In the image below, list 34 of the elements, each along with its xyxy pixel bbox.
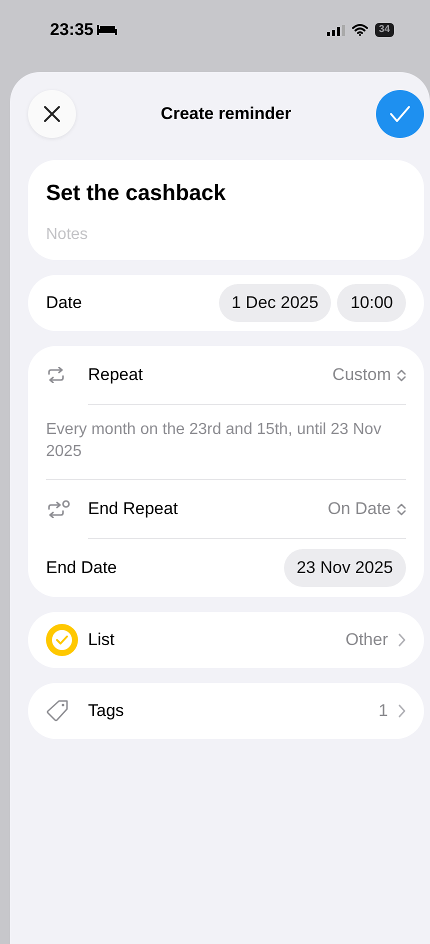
date-pill[interactable]: 1 Dec 2025: [218, 284, 332, 322]
wifi-icon: [352, 24, 368, 36]
up-down-chevron-icon: [397, 502, 406, 516]
up-down-chevron-icon: [397, 368, 406, 382]
signal-icon: [326, 24, 345, 36]
list-label: List: [88, 630, 116, 650]
repeat-icon: [46, 367, 66, 383]
checkmark-icon: [388, 105, 411, 123]
notes-field[interactable]: Notes: [46, 226, 406, 244]
chevron-right-icon: [398, 704, 406, 718]
tag-icon: [46, 699, 70, 723]
list-row[interactable]: List Other: [28, 612, 424, 668]
repeat-summary: Every month on the 23rd and 15th, until 23 Nov 2025: [45, 420, 382, 462]
sheet-title: Create reminder: [160, 104, 292, 124]
reminder-title[interactable]: Set the cashback: [46, 180, 406, 206]
list-value: Other: [345, 630, 388, 650]
done-button[interactable]: [376, 90, 424, 138]
bed-icon: [97, 24, 118, 36]
end-repeat-label: End Repeat: [88, 499, 179, 519]
clock-time: 23:35: [50, 20, 94, 40]
time-pill[interactable]: 10:00: [337, 284, 406, 322]
end-repeat-icon: [46, 500, 70, 518]
repeat-label: Repeat: [88, 365, 144, 385]
end-date-pill[interactable]: 23 Nov 2025: [284, 549, 406, 587]
tags-label: Tags: [88, 701, 125, 721]
tags-count: 1: [378, 701, 388, 721]
close-icon: [43, 105, 61, 123]
tags-row[interactable]: Tags 1: [28, 683, 424, 739]
list-check-icon: [46, 624, 78, 656]
chevron-right-icon: [398, 633, 406, 647]
close-button[interactable]: [28, 90, 76, 138]
date-label: Date: [46, 293, 83, 313]
battery-level: 34: [374, 23, 394, 37]
end-date-label: End Date: [46, 558, 118, 578]
